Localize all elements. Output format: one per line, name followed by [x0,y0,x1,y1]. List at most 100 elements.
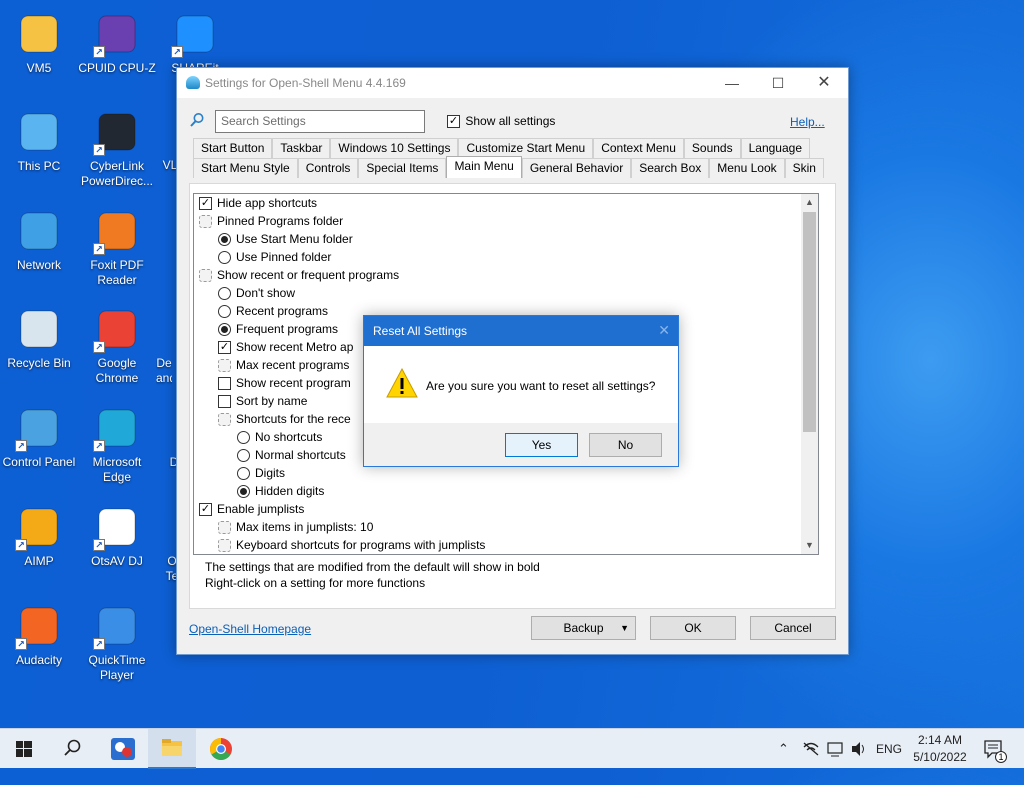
tree-item[interactable]: Max items in jumplists: 10 [218,518,373,536]
tab-controls[interactable]: Controls [297,158,359,178]
notification-center-button[interactable]: 1 [980,729,1008,769]
tab-language[interactable]: Language [740,138,810,158]
tree-radio[interactable] [218,287,231,301]
tree-item[interactable]: Show recent or frequent programs [199,266,399,284]
checkbox-box[interactable]: ✓ [447,115,460,129]
tab-customize-start-menu[interactable]: Customize Start Menu [458,138,594,158]
tab-general-behavior[interactable]: General Behavior [521,158,632,178]
tree-item[interactable]: Pinned Programs folder [199,212,343,230]
tree-radio[interactable] [237,449,250,463]
minimize-button[interactable]: — [709,68,755,98]
tree-radio[interactable] [218,323,231,337]
file-explorer-icon [162,739,182,756]
desktop-icon[interactable]: ↗ Control Panel [0,404,78,470]
desktop-icon[interactable]: This PC [0,108,78,174]
tab-special-items[interactable]: Special Items [358,158,447,178]
tab-taskbar[interactable]: Taskbar [272,138,331,158]
desktop-icon-label: AIMP [24,554,54,568]
cancel-button[interactable]: Cancel [750,616,836,640]
tab-start-button[interactable]: Start Button [193,138,273,158]
desktop-icon[interactable]: ↗ OtsAV DJ [78,503,156,569]
language-indicator[interactable]: ENG [876,729,902,769]
tab-context-menu[interactable]: Context Menu [593,138,684,158]
tree-item[interactable]: ✓ Show recent Metro ap [218,338,353,356]
tree-item[interactable]: Shortcuts for the rece [218,410,351,428]
tree-item[interactable]: Don't show [218,284,295,302]
yes-button[interactable]: Yes [505,433,578,457]
scroll-thumb[interactable] [803,212,816,432]
tree-checkbox[interactable] [218,395,231,409]
desktop-icon[interactable]: ↗ CPUID CPU-Z [78,10,156,76]
dropdown-arrow-icon: ▼ [620,623,629,633]
close-button[interactable]: ✕ [801,68,847,98]
tree-radio[interactable] [218,251,231,265]
tree-radio[interactable] [218,233,231,247]
ok-button[interactable]: OK [650,616,736,640]
desktop-icon[interactable]: ↗ Foxit PDF Reader [78,207,156,288]
tree-checkbox[interactable] [218,377,231,391]
scroll-down-icon[interactable]: ▼ [801,537,818,554]
tree-radio[interactable] [237,431,250,445]
desktop-icon[interactable]: Network [0,207,78,273]
tree-item[interactable]: Digits [237,464,285,482]
task-chrome[interactable] [197,729,245,769]
task-file-explorer[interactable] [148,729,196,769]
tree-item[interactable]: Keyboard shortcuts for programs with jum… [218,536,485,554]
tree-item[interactable]: ✓ Enable jumplists [199,500,304,518]
document-icon: ↗ [93,503,141,551]
help-link[interactable]: Help... [790,115,825,129]
tree-radio[interactable] [218,305,231,319]
desktop-icon[interactable]: ↗ QuickTime Player [78,602,156,683]
desktop-icon[interactable]: VM5 [0,10,78,76]
tree-checkbox[interactable]: ✓ [199,197,212,211]
desktop-icon[interactable]: ↗ AIMP [0,503,78,569]
clock[interactable]: 2:14 AM 5/10/2022 [910,732,970,766]
start-button[interactable] [0,729,48,769]
tree-scrollbar[interactable]: ▲ ▼ [801,194,818,554]
tree-checkbox[interactable]: ✓ [218,341,231,355]
tree-item[interactable]: ✓ Hide app shortcuts [199,194,317,212]
tab-windows-10-settings[interactable]: Windows 10 Settings [330,138,459,158]
homepage-link[interactable]: Open-Shell Homepage [189,622,311,636]
tab-menu-look[interactable]: Menu Look [709,158,785,178]
dialog-titlebar[interactable]: Reset All Settings ✕ [364,316,678,346]
tree-item[interactable]: No shortcuts [237,428,322,446]
desktop-icon[interactable]: ↗ Audacity [0,602,78,668]
volume-tray-icon[interactable] [850,729,868,769]
desktop-icon[interactable]: ↗ CyberLink PowerDirec... [78,108,156,189]
desktop-icon[interactable]: ↗ Microsoft Edge [78,404,156,485]
tree-item[interactable]: Normal shortcuts [237,446,346,464]
tray-chevron-icon[interactable]: ⌃ [778,729,789,769]
search-button[interactable] [48,729,96,769]
scroll-up-icon[interactable]: ▲ [801,194,818,211]
tab-search-box[interactable]: Search Box [631,158,710,178]
tree-item[interactable]: Sort by name [218,392,307,410]
backup-button[interactable]: Backup ▼ [531,616,636,640]
tree-item[interactable]: Max recent programs [218,356,349,374]
no-button[interactable]: No [589,433,662,457]
tree-item[interactable]: Recent programs [218,302,328,320]
tree-item-label: Show recent or frequent programs [217,268,400,282]
tab-sounds[interactable]: Sounds [683,138,741,158]
tree-radio[interactable] [237,467,250,481]
dialog-close-icon[interactable]: ✕ [658,322,670,339]
tree-item[interactable]: Use Start Menu folder [218,230,353,248]
tab-start-menu-style[interactable]: Start Menu Style [193,158,298,178]
tree-item[interactable]: Show recent program [218,374,351,392]
tab-skin[interactable]: Skin [784,158,824,178]
tree-item[interactable]: Use Pinned folder [218,248,331,266]
task-app-thumbnail[interactable] [100,729,146,769]
search-input[interactable]: Search Settings [215,110,425,133]
tab-main-menu[interactable]: Main Menu [446,156,522,178]
display-tray-icon[interactable] [826,729,844,769]
tree-radio[interactable] [237,485,250,499]
window-titlebar[interactable]: Settings for Open-Shell Menu 4.4.169 — ☐… [177,68,848,98]
tree-checkbox[interactable]: ✓ [199,503,212,517]
tree-item[interactable]: Hidden digits [237,482,324,500]
show-all-settings-checkbox[interactable]: ✓ Show all settings [447,114,555,129]
maximize-button[interactable]: ☐ [755,68,801,98]
network-tray-icon[interactable] [802,729,820,769]
desktop-icon[interactable]: ↗ Google Chrome [78,305,156,386]
tree-item[interactable]: Frequent programs [218,320,338,338]
desktop-icon[interactable]: Recycle Bin [0,305,78,371]
